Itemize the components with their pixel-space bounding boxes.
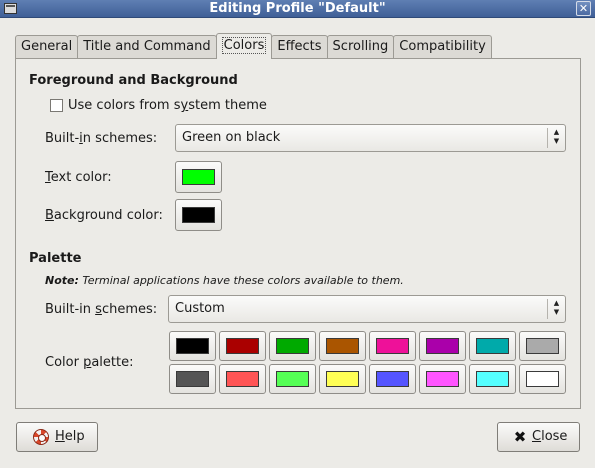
text-color-swatch: [182, 169, 215, 185]
tab-scrolling[interactable]: Scrolling: [326, 35, 395, 59]
palette-color-button-15[interactable]: [469, 364, 516, 394]
palette-color-button-10[interactable]: [219, 364, 266, 394]
background-color-swatch: [182, 207, 215, 223]
tab-label: Title and Command: [83, 39, 211, 54]
combo-arrows-icon: ▲ ▼: [547, 299, 565, 319]
palette-swatch: [276, 371, 309, 387]
palette-swatch: [526, 338, 559, 354]
palette-builtin-schemes-select[interactable]: Custom ▲ ▼: [168, 295, 566, 323]
use-system-colors-label[interactable]: Use colors from system theme: [68, 98, 267, 113]
close-button-label: Close: [532, 429, 568, 444]
title-bar: Editing Profile "Default" ✕: [0, 0, 595, 18]
lifebuoy-icon: [33, 429, 49, 445]
palette-swatch: [176, 371, 209, 387]
fg-schemes-value: Green on black: [182, 130, 281, 145]
palette-color-button-9[interactable]: [169, 364, 216, 394]
tab-title-and-command[interactable]: Title and Command: [77, 35, 217, 59]
palette-note: Note: Terminal applications have these c…: [45, 274, 404, 287]
palette-swatch: [376, 338, 409, 354]
palette-color-button-16[interactable]: [519, 364, 566, 394]
palette-swatch: [226, 338, 259, 354]
use-system-colors-checkbox[interactable]: [50, 99, 63, 112]
palette-swatch: [226, 371, 259, 387]
palette-color-button-2[interactable]: [219, 331, 266, 361]
close-x-icon: ✖: [513, 428, 527, 446]
color-palette-label: Color palette:: [45, 355, 134, 370]
palette-swatch: [426, 371, 459, 387]
palette-swatch: [426, 338, 459, 354]
window-close-button[interactable]: ✕: [576, 1, 591, 16]
close-button[interactable]: ✖ Close: [497, 422, 580, 452]
palette-color-button-3[interactable]: [269, 331, 316, 361]
palette-swatch: [326, 371, 359, 387]
window-title: Editing Profile "Default": [209, 1, 386, 16]
palette-color-button-1[interactable]: [169, 331, 216, 361]
background-color-label: Background color:: [45, 208, 163, 223]
tab-label: General: [21, 39, 73, 54]
palette-swatch: [526, 371, 559, 387]
tab-colors[interactable]: Colors: [215, 33, 273, 59]
tab-label: Scrolling: [332, 39, 389, 54]
palette-color-button-11[interactable]: [269, 364, 316, 394]
tab-label: Colors: [221, 37, 267, 54]
palette-color-button-14[interactable]: [419, 364, 466, 394]
fg-builtin-schemes-select[interactable]: Green on black ▲ ▼: [175, 124, 566, 152]
colors-panel: Foreground and Background Use colors fro…: [15, 58, 581, 409]
tab-compatibility[interactable]: Compatibility: [393, 35, 492, 59]
palette-color-button-7[interactable]: [469, 331, 516, 361]
tab-general[interactable]: General: [15, 35, 79, 59]
palette-swatch: [476, 371, 509, 387]
palette-swatch: [176, 338, 209, 354]
palette-color-button-12[interactable]: [319, 364, 366, 394]
fg-builtin-schemes-label: Built-in schemes:: [45, 131, 158, 146]
help-button[interactable]: Help: [16, 422, 98, 452]
palette-color-button-8[interactable]: [519, 331, 566, 361]
combo-arrows-icon: ▲ ▼: [547, 128, 565, 148]
palette-swatch: [376, 371, 409, 387]
palette-swatch: [476, 338, 509, 354]
background-color-button[interactable]: [175, 199, 222, 231]
tab-bar: General Title and Command Colors Effects…: [15, 33, 492, 59]
tab-label: Effects: [277, 39, 322, 54]
text-color-button[interactable]: [175, 161, 222, 193]
tab-label: Compatibility: [399, 39, 486, 54]
palette-color-button-4[interactable]: [319, 331, 366, 361]
palette-builtin-schemes-label: Built-in schemes:: [45, 302, 158, 317]
palette-color-button-5[interactable]: [369, 331, 416, 361]
palette-section-title: Palette: [29, 251, 82, 266]
palette-schemes-value: Custom: [175, 301, 225, 316]
text-color-label: Text color:: [45, 170, 112, 185]
palette-swatch: [276, 338, 309, 354]
help-button-label: Help: [55, 429, 85, 444]
tab-effects[interactable]: Effects: [271, 35, 328, 59]
palette-color-button-13[interactable]: [369, 364, 416, 394]
palette-swatch: [326, 338, 359, 354]
fg-bg-section-title: Foreground and Background: [29, 73, 238, 88]
palette-color-button-6[interactable]: [419, 331, 466, 361]
